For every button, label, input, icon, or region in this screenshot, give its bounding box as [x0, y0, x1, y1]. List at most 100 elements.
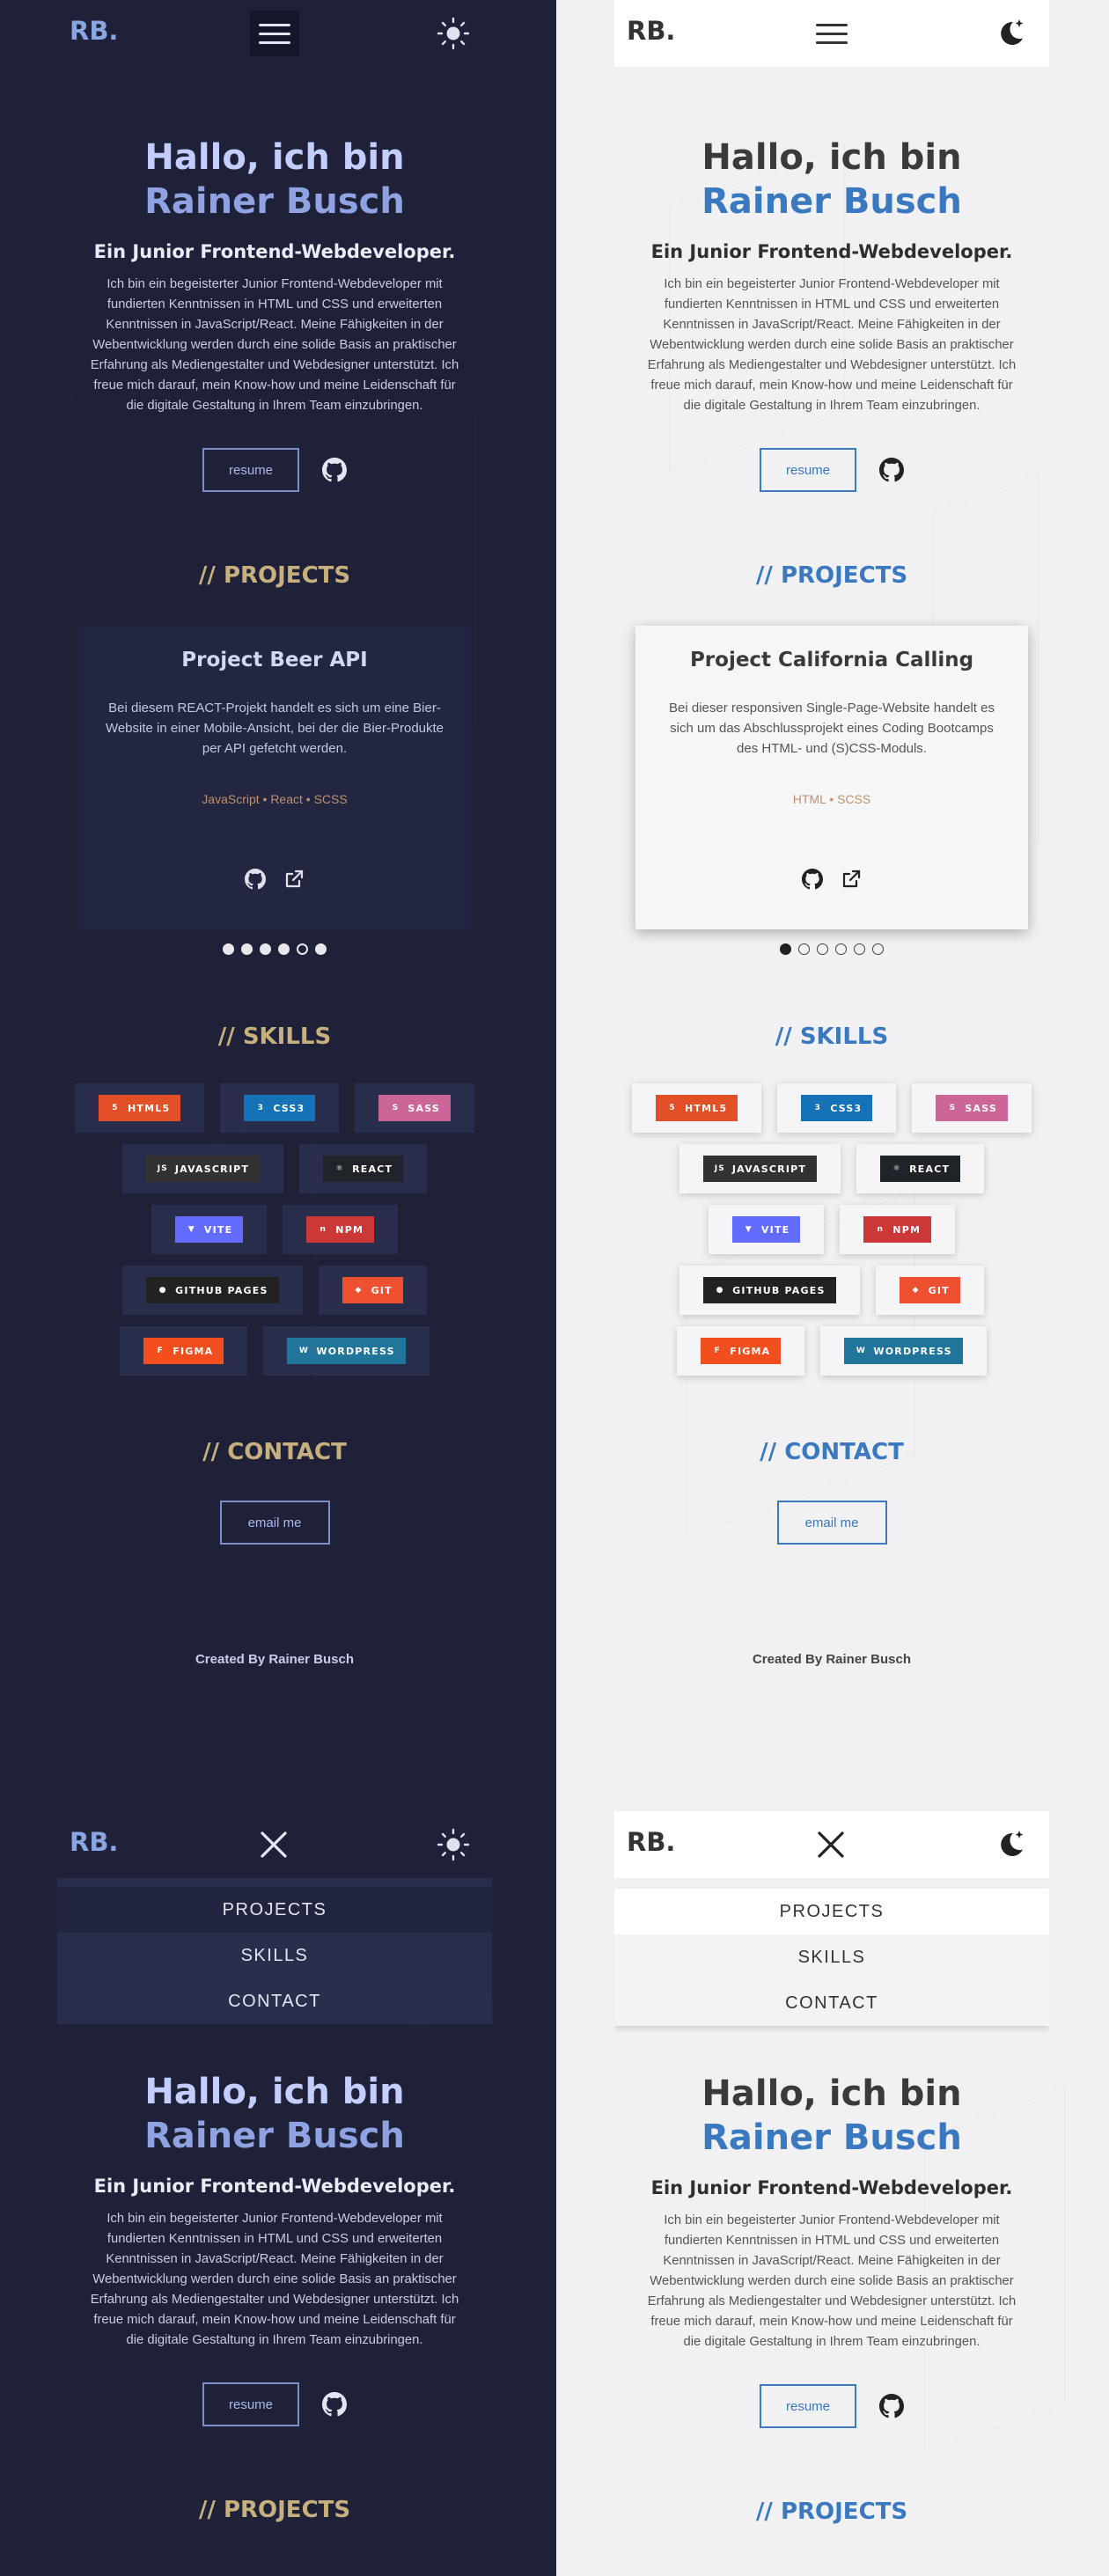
skill-badge: F FIGMA	[701, 1338, 782, 1364]
hero-subtitle: Ein Junior Frontend-Webdeveloper.	[93, 2176, 456, 2197]
hero-subtitle: Ein Junior Frontend-Webdeveloper.	[93, 241, 456, 262]
skill-label: NPM	[892, 1223, 922, 1236]
skill-label: GIT	[371, 1284, 393, 1296]
github-icon[interactable]	[245, 869, 266, 890]
skills-row: JS JAVASCRIPT ⚛ REACT	[57, 1144, 492, 1193]
github-icon[interactable]	[879, 458, 904, 482]
close-icon[interactable]	[813, 1827, 848, 1862]
dark-mode-page: RB. Hallo, ich bin Rainer Busch Ein Junio…	[57, 0, 492, 1795]
projects-heading: // PROJECTS	[198, 562, 351, 589]
resume-button[interactable]: resume	[202, 2382, 299, 2426]
skill-label: JAVASCRIPT	[174, 1163, 250, 1175]
projects-heading: // PROJECTS	[755, 562, 908, 589]
hamburger-menu-button[interactable]	[250, 11, 299, 56]
skill-card: S SASS	[355, 1083, 474, 1133]
hero-subtitle: Ein Junior Frontend-Webdeveloper.	[650, 2177, 1013, 2198]
skills-row: 5 HTML5 3 CSS3 S SASS	[614, 1083, 1049, 1133]
carousel-dot[interactable]	[223, 943, 234, 955]
carousel-dot[interactable]	[835, 943, 847, 955]
hero-subtitle: Ein Junior Frontend-Webdeveloper.	[650, 241, 1013, 262]
skill-label: JAVASCRIPT	[731, 1163, 807, 1175]
carousel-dot[interactable]	[315, 943, 327, 955]
figma-icon: F	[714, 1346, 721, 1355]
nav-item-skills[interactable]: SKILLS	[614, 1934, 1049, 1980]
html5-icon: 5	[112, 1103, 119, 1112]
github-icon: ●	[158, 1285, 167, 1295]
hero-section: Hallo, ich bin Rainer Busch Ein Junior Fr…	[614, 136, 1049, 492]
skill-badge: 3 CSS3	[244, 1095, 316, 1121]
moon-icon[interactable]	[993, 16, 1028, 51]
logo[interactable]: RB.	[627, 16, 675, 46]
skills-row: ● GITHUB PAGES ◆ GIT	[614, 1266, 1049, 1315]
close-icon[interactable]	[256, 1827, 291, 1862]
sun-icon[interactable]	[436, 1827, 471, 1862]
hero-bio: Ich bin ein begeisterter Junior Frontend…	[647, 2213, 1017, 2349]
vite-icon: ▼	[745, 1224, 753, 1234]
resume-button[interactable]: resume	[760, 448, 856, 492]
skill-card: 3 CSS3	[220, 1083, 340, 1133]
carousel-dot[interactable]	[872, 943, 884, 955]
skill-card: n NPM	[840, 1205, 956, 1254]
hamburger-menu-button[interactable]	[807, 11, 856, 56]
skill-label: CSS3	[830, 1102, 863, 1114]
email-button[interactable]: email me	[219, 1501, 330, 1545]
external-link-icon[interactable]	[841, 869, 862, 890]
logo[interactable]: RB.	[70, 1827, 118, 1857]
skill-card: ◆ GIT	[318, 1266, 427, 1315]
logo[interactable]: RB.	[70, 16, 118, 46]
resume-button[interactable]: resume	[202, 448, 299, 492]
carousel-dot[interactable]	[854, 943, 865, 955]
carousel-dot[interactable]	[817, 943, 828, 955]
skill-label: CSS3	[273, 1102, 305, 1114]
nav-item-skills[interactable]: SKILLS	[57, 1933, 492, 1978]
skill-card: ⚛ REACT	[299, 1144, 428, 1193]
skill-label: SASS	[408, 1102, 440, 1114]
footer-credit: Created By Rainer Busch	[752, 1652, 912, 1667]
skill-label: VITE	[760, 1223, 790, 1236]
carousel-dot-active[interactable]	[297, 943, 308, 955]
nav-item-projects[interactable]: PROJECTS	[614, 1889, 1049, 1934]
project-description: Bei dieser responsiven Single-Page-Websi…	[669, 701, 995, 756]
skill-label: REACT	[909, 1163, 951, 1175]
skills-row: ▼ VITE n NPM	[57, 1205, 492, 1254]
carousel-dot[interactable]	[260, 943, 271, 955]
email-button[interactable]: email me	[776, 1501, 887, 1545]
logo[interactable]: RB.	[627, 1827, 675, 1857]
skill-badge: S SASS	[378, 1095, 451, 1121]
github-icon[interactable]	[879, 2394, 904, 2418]
github-icon[interactable]	[802, 869, 823, 890]
carousel-dot[interactable]	[798, 943, 810, 955]
sun-icon[interactable]	[436, 16, 471, 51]
header: RB.	[614, 1811, 1049, 1878]
nav-menu: PROJECTS SKILLS CONTACT	[614, 1889, 1049, 2026]
hero-heading: Hallo, ich bin Rainer Busch	[701, 2073, 962, 2158]
nav-item-contact[interactable]: CONTACT	[57, 1978, 492, 2024]
nav-item-projects[interactable]: PROJECTS	[57, 1887, 492, 1933]
nav-item-contact[interactable]: CONTACT	[614, 1980, 1049, 2026]
skill-card: ⚛ REACT	[856, 1144, 985, 1193]
header: RB.	[57, 1811, 492, 1878]
footer-credit: Created By Rainer Busch	[195, 1652, 355, 1667]
skill-card: W WORDPRESS	[820, 1326, 987, 1376]
github-icon[interactable]	[322, 458, 347, 482]
hero-section: Hallo, ich bin Rainer Busch Ein Junior Fr…	[614, 2072, 1049, 2428]
carousel-dot[interactable]	[278, 943, 290, 955]
project-card: Project California Calling Bei dieser re…	[635, 626, 1028, 929]
moon-icon[interactable]	[993, 1827, 1028, 1862]
carousel-dot[interactable]	[241, 943, 253, 955]
project-description: Bei diesem REACT-Projekt handelt es sich…	[105, 701, 444, 756]
github-icon[interactable]	[322, 2392, 347, 2417]
resume-button[interactable]: resume	[760, 2384, 856, 2428]
external-link-icon[interactable]	[283, 869, 305, 890]
skill-badge: 5 HTML5	[98, 1095, 181, 1121]
skill-badge: ● GITHUB PAGES	[146, 1277, 279, 1303]
sass-icon: S	[392, 1103, 400, 1112]
carousel-dot-active[interactable]	[780, 943, 791, 955]
wordpress-icon: W	[856, 1346, 866, 1355]
skill-card: 3 CSS3	[777, 1083, 897, 1133]
skill-label: REACT	[352, 1163, 393, 1175]
skill-label: GIT	[928, 1284, 950, 1296]
figma-icon: F	[157, 1346, 164, 1355]
hero-heading: Hallo, ich bin Rainer Busch	[144, 137, 405, 222]
skill-badge: ● GITHUB PAGES	[703, 1277, 836, 1303]
